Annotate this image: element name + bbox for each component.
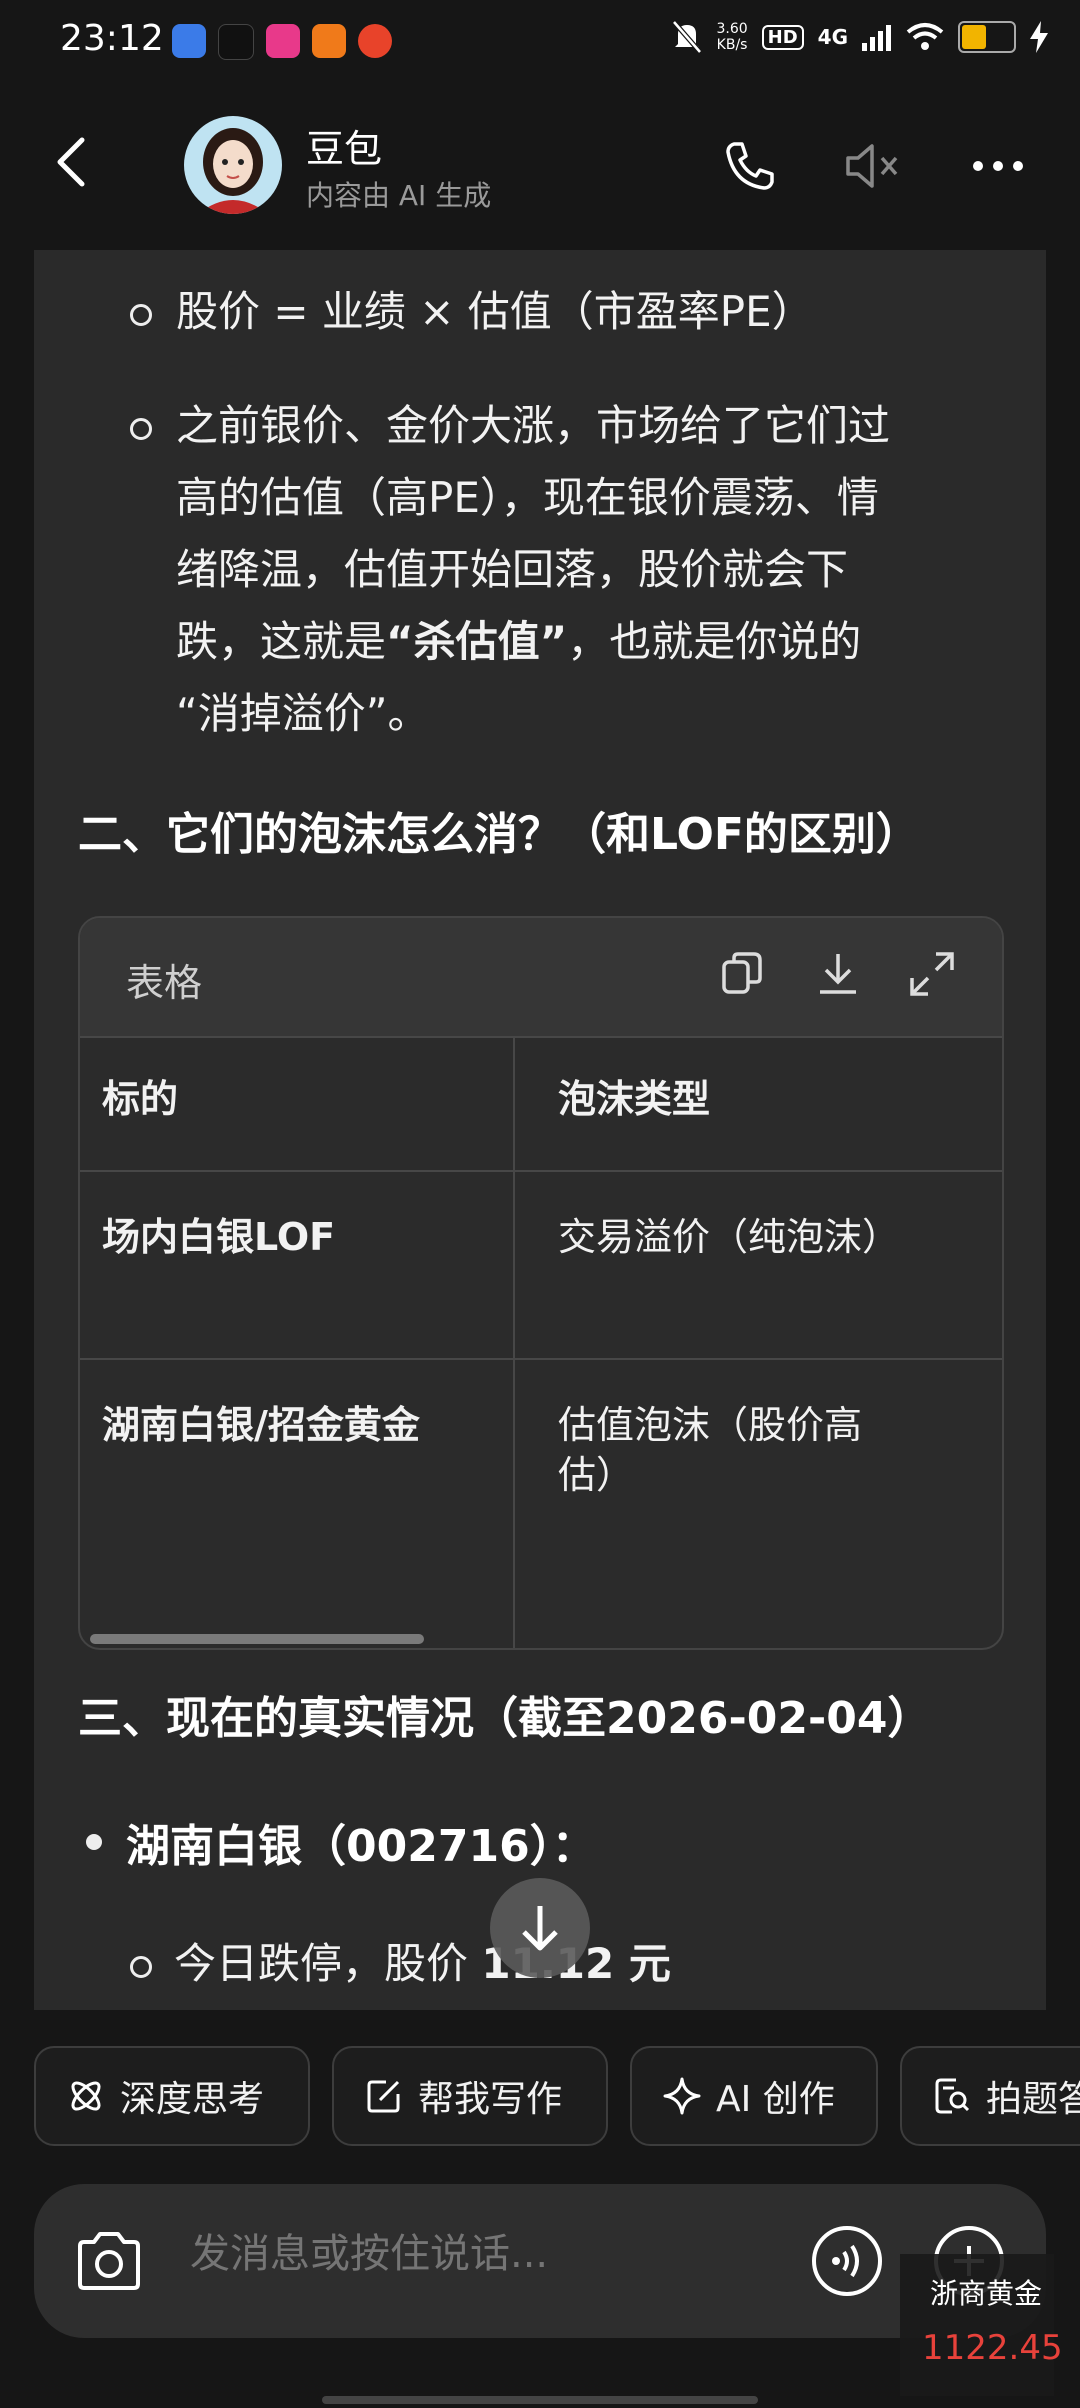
chip-ai-create[interactable]: AI 创作	[630, 2046, 878, 2146]
sub-bullet-marker	[130, 418, 152, 440]
table-row: 湖南白银/招金黄金 估值泡沫（股价高 估）	[80, 1360, 1002, 1648]
table-horizontal-scrollbar[interactable]	[90, 1634, 424, 1644]
table-column-header: 标的	[102, 1077, 179, 1121]
answer-sub-item-3: 今日跌停，股价 11.12 元	[174, 1928, 1014, 2000]
mute-bell-icon	[672, 20, 703, 54]
copy-icon[interactable]	[716, 948, 768, 1000]
answer-line: 绪降温，估值开始回落，股价就会下	[176, 545, 849, 594]
expand-icon[interactable]	[906, 948, 958, 1000]
chip-help-write[interactable]: 帮我写作	[332, 2046, 608, 2146]
emphasis-text: “杀估值”	[386, 617, 568, 666]
text-span: 跌，这就是	[176, 617, 387, 666]
network-type: 4G	[817, 25, 848, 49]
phone-call-icon[interactable]	[720, 136, 780, 196]
section-heading-3: 三、现在的真实情况（截至2026-02-04）	[78, 1693, 932, 1744]
status-time: 23:12	[60, 18, 164, 59]
table-cell: 估值泡沫（股价高 估）	[558, 1400, 862, 1500]
floating-stock-widget[interactable]: 浙商黄金 1122.45	[900, 2254, 1063, 2396]
text-span: 今日跌停，股价	[174, 1939, 482, 1988]
app-red-notification-icon	[358, 24, 392, 58]
table-header-row: 标的 泡沫类型	[80, 1036, 1002, 1172]
shopping-notification-icon	[266, 24, 300, 58]
chip-label: 拍题答	[986, 2079, 1080, 2120]
answer-line: 跌，这就是“杀估值”，也就是你说的	[176, 606, 1016, 678]
taobao-notification-icon	[312, 24, 346, 58]
table-cell-line: 估）	[558, 1453, 635, 1497]
home-indicator[interactable]	[322, 2396, 758, 2404]
message-input[interactable]	[188, 2230, 752, 2278]
wifi-icon	[906, 23, 944, 50]
avatar[interactable]	[184, 116, 282, 214]
signal-icon	[862, 25, 891, 51]
table-card-header: 表格	[80, 918, 1002, 1038]
douyin-notification-icon	[218, 24, 254, 60]
chip-label: 帮我写作	[418, 2079, 563, 2120]
edit-icon	[367, 2080, 400, 2113]
back-icon[interactable]	[44, 132, 104, 192]
battery-icon	[958, 21, 1016, 53]
charging-icon	[1030, 21, 1048, 53]
app-notification-icon	[172, 24, 206, 58]
atom-icon	[71, 2081, 101, 2111]
hd-badge: HD	[761, 24, 804, 50]
answer-line: 之前银价、金价大涨，市场给了它们过	[176, 401, 891, 450]
voice-call-icon[interactable]	[810, 2224, 884, 2298]
table-column-divider	[513, 1036, 515, 1648]
speaker-muted-icon[interactable]	[842, 136, 902, 196]
net-speed-unit: KB/s	[716, 37, 748, 53]
table-row: 场内白银LOF 交易溢价（纯泡沫）	[80, 1172, 1002, 1360]
status-indicators: 3.60 KB/s HD 4G	[672, 20, 1048, 54]
stock-price: 1122.45	[922, 2328, 1063, 2368]
table-title: 表格	[126, 961, 203, 1005]
status-bar: 23:12 3.60 KB/s HD 4G	[0, 0, 1080, 84]
answer-sub-item-1: 股价 = 业绩 × 估值（市盈率PE）	[176, 287, 814, 336]
sparkle-icon	[663, 2077, 701, 2115]
chip-label: 深度思考	[120, 2079, 265, 2120]
chip-label: AI 创作	[716, 2079, 835, 2120]
comparison-table-card: 表格 标的 泡沫类型 场内白银LOF 交易溢价（纯泡沫） 湖南白银/招金黄金 估…	[78, 916, 1004, 1650]
answer-line: “消掉溢价”。	[176, 689, 430, 738]
chip-deep-thinking[interactable]: 深度思考	[34, 2046, 310, 2146]
net-speed: 3.60 KB/s	[716, 21, 747, 53]
table-cell: 场内白银LOF	[102, 1215, 336, 1259]
answer-sub-item-2: 之前银价、金价大涨，市场给了它们过 高的估值（高PE），现在银价震荡、情 绪降温…	[176, 390, 1016, 750]
download-icon[interactable]	[812, 948, 864, 1000]
table-grid: 标的 泡沫类型 场内白银LOF 交易溢价（纯泡沫） 湖南白银/招金黄金 估值泡沫…	[80, 1036, 1002, 1648]
net-speed-value: 3.60	[716, 21, 748, 37]
section-heading-2: 二、它们的泡沫怎么消？（和LOF的区别）	[78, 809, 920, 860]
ai-disclaimer: 内容由 AI 生成	[306, 179, 492, 212]
table-column-header: 泡沫类型	[558, 1077, 711, 1121]
table-cell: 湖南白银/招金黄金	[102, 1403, 420, 1447]
bullet-marker	[86, 1834, 102, 1850]
answer-line: 高的估值（高PE），现在银价震荡、情	[176, 473, 879, 522]
text-span: ，也就是你说的	[567, 617, 862, 666]
quick-action-chips: 深度思考 帮我写作 AI 创作 拍题答	[34, 2046, 1080, 2150]
stock-name: 浙商黄金	[930, 2277, 1043, 2310]
bot-name: 豆包	[306, 127, 383, 171]
table-cell-line: 估值泡沫（股价高	[558, 1403, 863, 1447]
sub-bullet-marker	[130, 1956, 152, 1978]
photo-question-icon	[935, 2078, 970, 2114]
chat-header: 豆包 内容由 AI 生成	[0, 100, 1080, 240]
arrow-down-icon	[522, 1906, 558, 1951]
bullet-item-hunan-silver: 湖南白银（002716）：	[126, 1821, 596, 1872]
camera-icon[interactable]	[74, 2228, 144, 2294]
chip-photo-question[interactable]: 拍题答	[900, 2046, 1080, 2146]
more-options-icon[interactable]	[968, 136, 1028, 196]
chat-message-area[interactable]: 股价 = 业绩 × 估值（市盈率PE） 之前银价、金价大涨，市场给了它们过 高的…	[34, 250, 1046, 2010]
status-app-icons	[172, 24, 392, 60]
sub-bullet-marker	[130, 304, 152, 326]
scroll-to-bottom-button[interactable]	[490, 1878, 590, 1978]
table-cell: 交易溢价（纯泡沫）	[558, 1215, 901, 1259]
message-composer	[34, 2184, 1046, 2338]
